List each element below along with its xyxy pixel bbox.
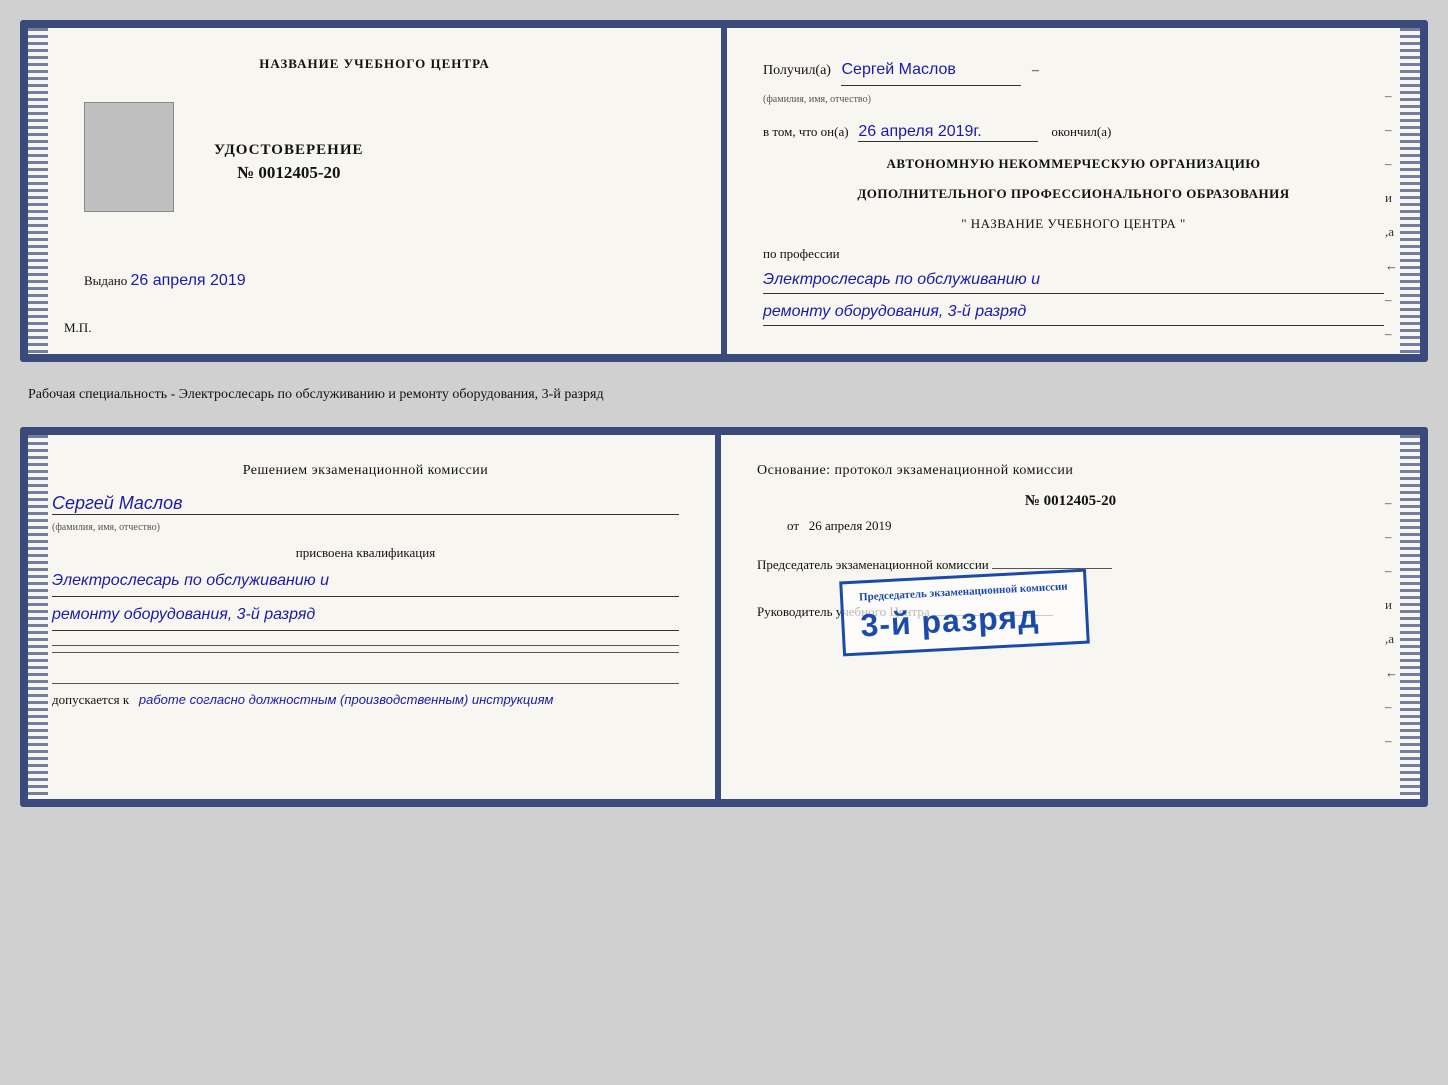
- po-professii-label: по профессии: [763, 246, 1384, 262]
- osnovanie-title: Основание: протокол экзаменационной коми…: [757, 463, 1384, 479]
- stamp-text: 3-й разряд: [860, 597, 1070, 645]
- bottom-certificate: Решением экзаменационной комиссии Сергей…: [20, 427, 1428, 807]
- mp-label: М.П.: [64, 320, 91, 336]
- profession-line1: Электрослесарь по обслуживанию и: [763, 266, 1384, 294]
- top-certificate: НАЗВАНИЕ УЧЕБНОГО ЦЕНТРА УДОСТОВЕРЕНИЕ №…: [20, 20, 1428, 362]
- okonchil-label: окончил(а): [1051, 124, 1111, 139]
- org-line3: " НАЗВАНИЕ УЧЕБНОГО ЦЕНТРА ": [763, 216, 1384, 232]
- bottom-dashes-right: – – – и ,а ← – –: [1385, 495, 1398, 749]
- dopuskaetsya-value: работе согласно должностным (производств…: [139, 692, 554, 707]
- qualification-line1: Электрослесарь по обслуживанию и: [52, 567, 679, 597]
- top-cert-right: – – – и ,а ← – – Получил(а) Сергей Масло…: [721, 28, 1420, 354]
- prisvoena-label: присвоена квалификация: [52, 545, 679, 561]
- bottom-name: Сергей Маслов: [52, 493, 679, 515]
- vydano-label: Выдано: [84, 273, 127, 288]
- middle-text: Рабочая специальность - Электрослесарь п…: [20, 380, 1428, 409]
- resheniye-title: Решением экзаменационной комиссии: [52, 463, 679, 479]
- dopuskaetsya-label: допускается к: [52, 692, 129, 707]
- stamp: Председатель экзаменационной комиссии 3-…: [839, 569, 1089, 657]
- poluchil-label: Получил(а): [763, 63, 831, 78]
- top-cert-left: НАЗВАНИЕ УЧЕБНОГО ЦЕНТРА УДОСТОВЕРЕНИЕ №…: [28, 28, 721, 354]
- vtom-line: в том, что он(а) 26 апреля 2019г. окончи…: [763, 123, 1384, 142]
- vtom-label: в том, что он(а): [763, 124, 849, 139]
- bottom-name-block: Сергей Маслов (фамилия, имя, отчество): [52, 493, 679, 535]
- bottom-cert-left: Решением экзаменационной комиссии Сергей…: [28, 435, 715, 799]
- fio-subtitle: (фамилия, имя, отчество): [763, 94, 871, 105]
- ot-date: от 26 апреля 2019: [787, 518, 1384, 534]
- protocol-num: № 0012405-20: [757, 493, 1384, 510]
- udostoverenie-num: № 0012405-20: [214, 163, 364, 183]
- predsedatel-text: Председатель экзаменационной комиссии: [757, 557, 989, 572]
- org-line2: ДОПОЛНИТЕЛЬНОГО ПРОФЕССИОНАЛЬНОГО ОБРАЗО…: [763, 186, 1384, 202]
- vydano-line: Выдано 26 апреля 2019: [64, 272, 685, 290]
- photo-placeholder: [84, 102, 174, 212]
- org-line1: АВТОНОМНУЮ НЕКОММЕРЧЕСКУЮ ОРГАНИЗАЦИЮ: [763, 156, 1384, 172]
- received-line: Получил(а) Сергей Маслов – (фамилия, имя…: [763, 56, 1384, 111]
- bottom-cert-right: – – – и ,а ← – – Основание: протокол экз…: [715, 435, 1420, 799]
- ot-label: от: [787, 518, 799, 533]
- dopuskaetsya-block: допускается к работе согласно должностны…: [52, 683, 679, 708]
- vydano-date: 26 апреля 2019: [131, 272, 246, 289]
- top-cert-left-header: НАЗВАНИЕ УЧЕБНОГО ЦЕНТРА: [64, 56, 685, 72]
- udostoverenie-title: УДОСТОВЕРЕНИЕ: [214, 142, 364, 159]
- profession-line2: ремонту оборудования, 3-й разряд: [763, 298, 1384, 326]
- vtom-date: 26 апреля 2019г.: [858, 123, 1038, 142]
- bottom-fio-subtitle: (фамилия, имя, отчество): [52, 522, 160, 533]
- qualification-line2: ремонту оборудования, 3-й разряд: [52, 601, 679, 631]
- udostoverenie-block: УДОСТОВЕРЕНИЕ № 0012405-20: [214, 142, 364, 183]
- poluchil-name: Сергей Маслов: [841, 56, 1021, 86]
- predsedatel-signature: [992, 568, 1112, 569]
- ot-date-value: 26 апреля 2019: [809, 518, 892, 533]
- dashes-right: – – – и ,а ← – –: [1385, 88, 1398, 342]
- page-wrapper: НАЗВАНИЕ УЧЕБНОГО ЦЕНТРА УДОСТОВЕРЕНИЕ №…: [20, 20, 1428, 807]
